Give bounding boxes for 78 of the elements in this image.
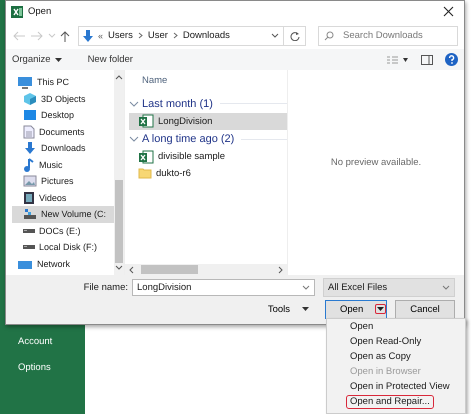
spreadsheet-icon <box>138 114 154 128</box>
new-folder-button[interactable]: New folder <box>88 54 133 65</box>
menu-item[interactable]: Open as Copy <box>346 350 415 364</box>
down-arrow-icon <box>83 30 93 42</box>
image-icon <box>23 175 37 188</box>
tools-button[interactable]: Tools <box>268 304 309 314</box>
caret-left-icon[interactable] <box>128 266 134 274</box>
menu-item[interactable]: Open <box>346 320 378 334</box>
search-icon <box>324 30 334 40</box>
chevron-down-icon[interactable] <box>129 100 139 108</box>
menu-item[interactable]: Open and Repair... <box>346 395 434 409</box>
down-arrow-icon <box>23 141 37 156</box>
chevron-right-icon <box>138 32 143 39</box>
nav-item[interactable]: Music <box>12 156 114 173</box>
nav-item[interactable]: Documents <box>12 124 114 140</box>
chevron-down-icon <box>302 284 310 290</box>
search-field[interactable]: Search Downloads <box>318 26 458 46</box>
drive-icon <box>23 208 37 220</box>
breadcrumb[interactable]: Downloads <box>182 30 230 41</box>
cancel-button[interactable]: Cancel <box>395 300 455 318</box>
folder-icon <box>138 167 152 180</box>
drive-icon <box>23 228 35 233</box>
nav-item[interactable]: Pictures <box>12 173 114 190</box>
chevron-down-icon[interactable] <box>271 32 280 38</box>
file-name-field[interactable]: LongDivision <box>132 279 315 296</box>
computer-icon <box>17 76 33 89</box>
breadcrumb[interactable]: « <box>98 30 104 40</box>
organize-button[interactable]: Organize <box>12 54 62 65</box>
refresh-button[interactable] <box>284 26 306 46</box>
spreadsheet-icon <box>138 150 154 164</box>
caret-down-icon <box>54 58 62 62</box>
nav-item[interactable]: Desktop <box>12 107 114 124</box>
caret-right-icon[interactable] <box>278 266 284 274</box>
field-label: File name: <box>84 282 128 293</box>
window-title: Open <box>28 6 52 17</box>
nav-item[interactable]: Local Disk (F:) <box>12 239 114 256</box>
nav-item[interactable]: New Volume (C: <box>12 206 114 222</box>
menu-item[interactable]: Open Read-Only <box>346 335 426 349</box>
drive-icon <box>23 245 35 250</box>
backstage-item[interactable]: Options <box>0 360 85 386</box>
up-arrow-icon[interactable] <box>60 30 70 42</box>
preview-pane-icon[interactable] <box>421 54 433 64</box>
caret-down-icon <box>302 307 309 311</box>
caret-up-icon[interactable] <box>115 74 123 80</box>
help-icon[interactable] <box>445 53 458 66</box>
spreadsheet-app-icon <box>11 6 23 18</box>
group-header[interactable]: A long time ago (2) <box>142 133 234 145</box>
chevron-down-icon[interactable] <box>129 135 139 143</box>
column-header[interactable]: Name <box>129 74 287 94</box>
nav-item[interactable]: 3D Objects <box>12 90 114 107</box>
open-button[interactable]: Open <box>325 300 387 318</box>
breadcrumb[interactable]: User <box>148 30 168 41</box>
group-header[interactable]: Last month (1) <box>142 98 213 110</box>
address-bar[interactable]: « Users User Downloads <box>78 26 284 46</box>
caret-down-icon[interactable] <box>115 265 123 271</box>
nav-item[interactable]: Videos <box>12 190 114 206</box>
file-type-dropdown[interactable]: All Excel Files <box>323 278 455 297</box>
file-item[interactable]: divisible sample <box>129 148 287 165</box>
backstage-item[interactable]: Account <box>0 334 85 360</box>
music-note-icon <box>23 158 35 172</box>
refresh-icon <box>290 30 300 40</box>
desktop-icon <box>23 109 37 122</box>
view-options-icon[interactable] <box>387 56 409 64</box>
cube-icon <box>23 92 37 106</box>
nav-item[interactable]: DOCs (E:) <box>12 222 114 239</box>
chevron-down-icon <box>442 284 450 290</box>
nav-item[interactable]: Downloads <box>12 140 114 156</box>
nav-item[interactable]: Network <box>12 256 114 272</box>
file-item[interactable]: dukto-r6 <box>129 165 287 182</box>
document-icon <box>23 124 35 139</box>
nav-item[interactable]: This PC <box>12 74 114 90</box>
file-item[interactable]: LongDivision <box>129 113 287 130</box>
menu-item[interactable]: Open in Protected View <box>346 380 454 394</box>
split-arrow[interactable] <box>375 304 386 314</box>
chevron-right-icon <box>172 32 178 39</box>
scroll-bar[interactable] <box>114 70 124 275</box>
film-icon <box>23 190 35 205</box>
breadcrumb[interactable]: Users <box>108 30 133 41</box>
